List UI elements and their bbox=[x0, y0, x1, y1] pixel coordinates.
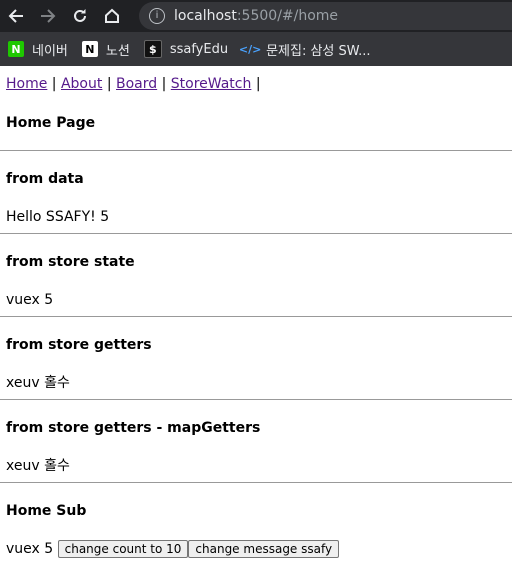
section-title-store-getters: from store getters bbox=[6, 337, 152, 353]
page-content: Home | About | Board | StoreWatch | Home… bbox=[0, 75, 512, 558]
naver-icon: N bbox=[8, 41, 24, 57]
info-icon[interactable]: i bbox=[149, 8, 165, 24]
url-host: localhost bbox=[174, 8, 237, 24]
section-title-data: from data bbox=[6, 171, 84, 187]
forward-button[interactable] bbox=[32, 0, 64, 32]
nav-link-storewatch[interactable]: StoreWatch bbox=[171, 76, 252, 92]
code-icon: </> bbox=[238, 42, 262, 56]
divider bbox=[0, 150, 512, 151]
section-title-store-state: from store state bbox=[6, 254, 135, 270]
bookmark-samsung-sw[interactable]: </> 문제집: 삼성 SW... bbox=[238, 40, 371, 59]
divider bbox=[0, 399, 512, 400]
nav-link-board[interactable]: Board bbox=[116, 76, 157, 92]
reload-icon bbox=[74, 9, 86, 22]
url-path: :5500/#/home bbox=[236, 8, 339, 24]
divider bbox=[0, 482, 512, 483]
bookmark-label: 노션 bbox=[105, 43, 130, 59]
bookmark-ssafyedu[interactable]: $ ssafyEdu bbox=[143, 40, 229, 58]
nav-separator: | bbox=[255, 76, 261, 92]
notion-icon: N bbox=[81, 41, 98, 57]
change-count-button[interactable]: change count to 10 bbox=[57, 540, 189, 558]
router-nav: Home | About | Board | StoreWatch | bbox=[6, 75, 512, 93]
home-button[interactable] bbox=[96, 0, 128, 32]
section-value-store-getters: xeuv 홀수 bbox=[6, 375, 70, 391]
ssafy-icon: $ bbox=[143, 40, 162, 58]
home-icon bbox=[105, 8, 119, 23]
bookmark-label: 네이버 bbox=[32, 43, 68, 59]
divider bbox=[0, 316, 512, 317]
divider bbox=[0, 233, 512, 234]
reload-button[interactable] bbox=[64, 0, 96, 32]
back-button[interactable] bbox=[0, 0, 32, 32]
nav-link-about[interactable]: About bbox=[61, 76, 102, 92]
bookmarks-bar: N 네이버 N 노션 $ ssafyEdu </> 문제집: 삼성 SW... bbox=[0, 32, 512, 66]
section-title-home-sub: Home Sub bbox=[6, 503, 87, 519]
section-value-store-state: vuex 5 bbox=[6, 292, 54, 308]
section-value-data: Hello SSAFY! 5 bbox=[6, 209, 110, 225]
section-value-map-getters: xeuv 홀수 bbox=[6, 458, 70, 474]
bookmark-naver[interactable]: N 네이버 bbox=[8, 40, 68, 59]
back-arrow-icon bbox=[8, 9, 23, 23]
forward-arrow-icon bbox=[41, 9, 56, 23]
section-title-map-getters: from store getters - mapGetters bbox=[6, 420, 261, 436]
page-title: Home Page bbox=[6, 115, 96, 131]
browser-toolbar: i localhost:5500/#/home bbox=[0, 0, 512, 32]
change-message-button[interactable]: change message ssafy bbox=[188, 540, 340, 558]
nav-separator: | bbox=[51, 76, 57, 92]
home-sub-row: vuex 5 change count to 10 change message … bbox=[6, 540, 512, 558]
nav-separator: | bbox=[161, 76, 167, 92]
bookmark-label: 문제집: 삼성 SW... bbox=[266, 43, 371, 59]
address-bar[interactable]: i localhost:5500/#/home bbox=[139, 2, 512, 30]
nav-separator: | bbox=[106, 76, 112, 92]
nav-link-home[interactable]: Home bbox=[6, 76, 47, 92]
bookmark-notion[interactable]: N 노션 bbox=[81, 40, 130, 59]
home-sub-value: vuex 5 bbox=[6, 541, 54, 557]
bookmark-label: ssafyEdu bbox=[169, 41, 229, 57]
